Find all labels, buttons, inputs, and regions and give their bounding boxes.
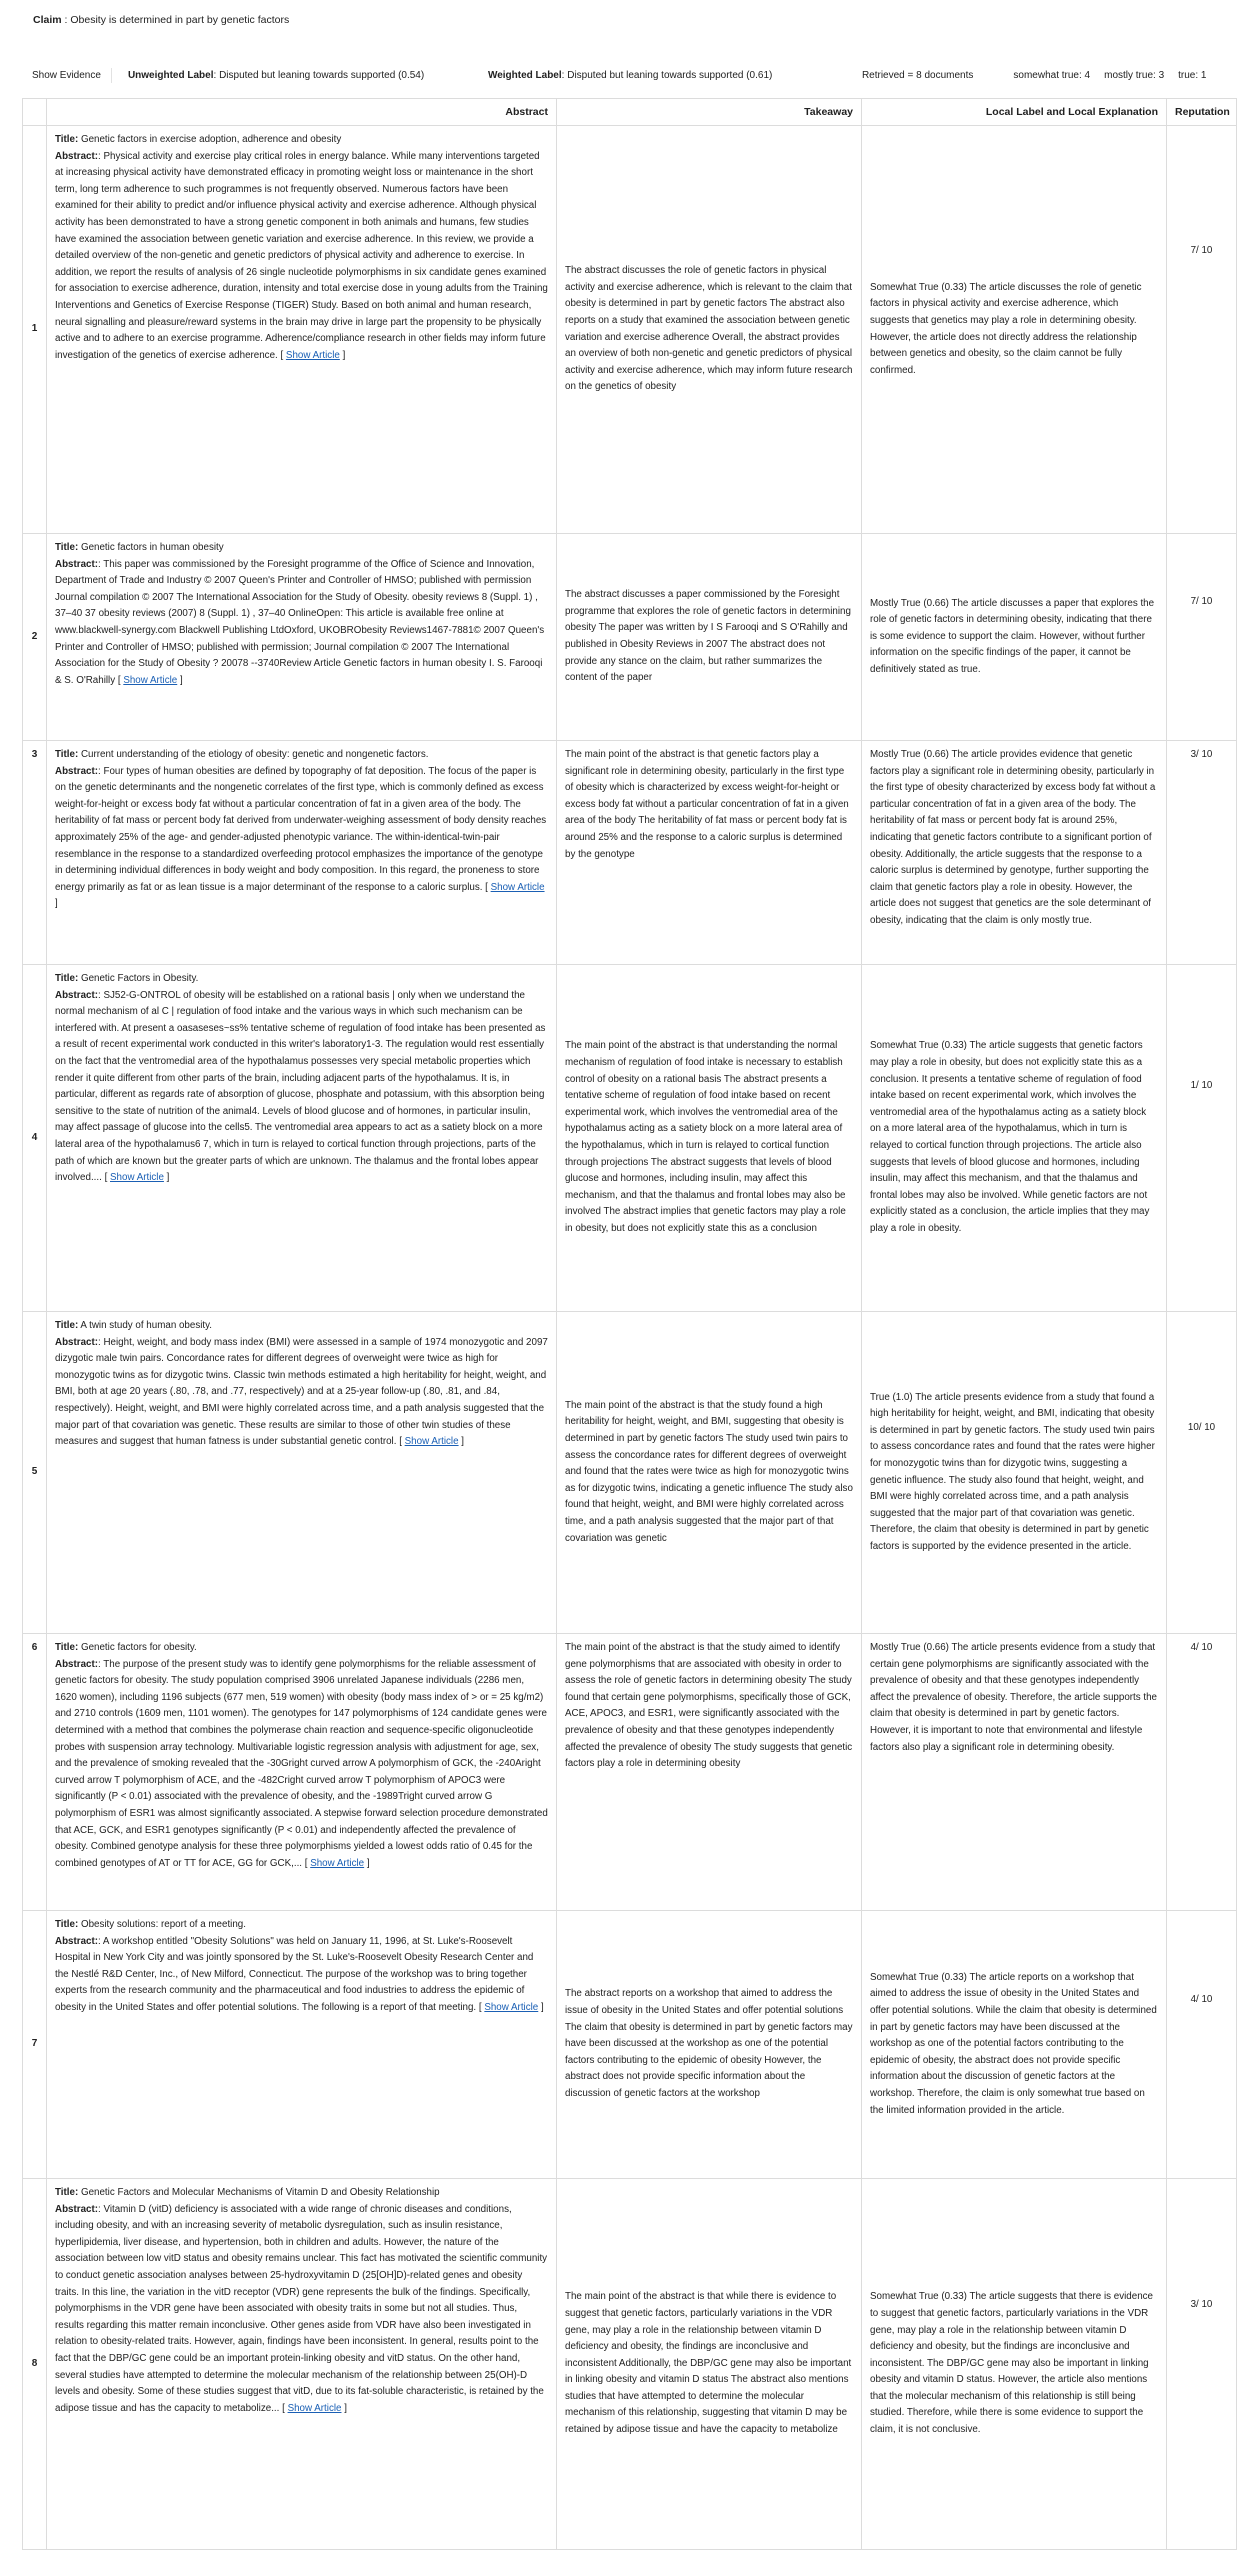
takeaway-cell: The main point of the abstract is that t… xyxy=(556,1633,862,1911)
claim-label: Claim xyxy=(33,14,62,26)
abstract-cell: Title: Current understanding of the etio… xyxy=(46,740,557,965)
show-evidence-button[interactable]: Show Evidence xyxy=(22,67,112,83)
reputation-cell: 10/ 10 xyxy=(1166,1311,1237,1634)
article-abstract: Four types of human obesities are define… xyxy=(55,765,547,893)
unweighted-label: Unweighted Label: Disputed but leaning t… xyxy=(127,69,425,81)
col-abstract: Abstract xyxy=(46,98,557,126)
article-title: Genetic factors for obesity. xyxy=(80,1642,197,1653)
reputation-cell: 7/ 10 xyxy=(1166,125,1237,534)
row-number: 4 xyxy=(22,964,47,1312)
reputation-cell: 7/ 10 xyxy=(1166,533,1237,741)
article-abstract: This paper was commissioned by the Fores… xyxy=(55,558,545,686)
evidence-table: Abstract Takeaway Local Label and Local … xyxy=(22,98,1237,2550)
show-article-link[interactable]: Show Article xyxy=(310,1858,364,1869)
table-header: Abstract Takeaway Local Label and Local … xyxy=(22,98,1237,126)
local-explanation-cell: Mostly True (0.66) The article provides … xyxy=(861,740,1167,965)
abstract-cell: Title: Genetic factors in exercise adopt… xyxy=(46,125,557,534)
show-article-link[interactable]: Show Article xyxy=(123,675,177,686)
article-title: Obesity solutions: report of a meeting. xyxy=(80,1919,246,1930)
row-number: 6 xyxy=(22,1633,47,1911)
article-title: Genetic Factors and Molecular Mechanisms… xyxy=(80,2187,440,2198)
table-row: 7 Title: Obesity solutions: report of a m… xyxy=(22,1910,1237,2179)
label-counts: somewhat true: 4 mostly true: 3 true: 1 xyxy=(1013,70,1206,81)
article-title: A twin study of human obesity. xyxy=(80,1320,213,1331)
table-row: 2 Title: Genetic factors in human obesity… xyxy=(22,533,1237,741)
local-explanation-cell: Mostly True (0.66) The article presents … xyxy=(861,1633,1167,1911)
show-article-link[interactable]: Show Article xyxy=(405,1436,459,1447)
summary-bar: Show Evidence Unweighted Label: Disputed… xyxy=(22,64,1237,86)
row-number: 1 xyxy=(22,125,47,534)
article-abstract: The purpose of the present study was to … xyxy=(55,1658,548,1869)
show-article-link[interactable]: Show Article xyxy=(286,350,340,361)
takeaway-cell: The abstract discusses the role of genet… xyxy=(556,125,862,534)
show-article-link[interactable]: Show Article xyxy=(110,1172,164,1183)
col-reputation: Reputation xyxy=(1166,98,1237,126)
table-row: 3 Title: Current understanding of the eti… xyxy=(22,740,1237,965)
row-number: 5 xyxy=(22,1311,47,1634)
abstract-cell: Title: Genetic factors in human obesity A… xyxy=(46,533,557,741)
true-count: true: 1 xyxy=(1178,69,1207,81)
article-abstract: SJ52-G-ONTROL of obesity will be establi… xyxy=(55,989,546,1184)
local-explanation-cell: Somewhat True (0.33) The article reports… xyxy=(861,1910,1167,2179)
article-abstract: Height, weight, and body mass index (BMI… xyxy=(55,1336,548,1448)
col-takeaway: Takeaway xyxy=(556,98,862,126)
local-explanation-cell: Mostly True (0.66) The article discusses… xyxy=(861,533,1167,741)
row-number: 7 xyxy=(22,1910,47,2179)
article-abstract: Physical activity and exercise play crit… xyxy=(55,150,548,361)
article-title: Current understanding of the etiology of… xyxy=(80,749,429,760)
weighted-label: Weighted Label: Disputed but leaning tow… xyxy=(487,69,773,81)
takeaway-cell: The main point of the abstract is that u… xyxy=(556,964,862,1312)
article-abstract: A workshop entitled "Obesity Solutions" … xyxy=(55,1935,534,2013)
local-explanation-cell: Somewhat True (0.33) The article discuss… xyxy=(861,125,1167,534)
retrieved-count: Retrieved = 8 documents xyxy=(861,69,974,81)
article-title: Genetic factors in exercise adoption, ad… xyxy=(80,134,342,145)
row-number: 2 xyxy=(22,533,47,741)
reputation-cell: 3/ 10 xyxy=(1166,2178,1237,2550)
table-row: 4 Title: Genetic Factors in Obesity. Abstr… xyxy=(22,964,1237,1312)
takeaway-cell: The main point of the abstract is that g… xyxy=(556,740,862,965)
takeaway-cell: The main point of the abstract is that w… xyxy=(556,2178,862,2550)
table-row: 8 Title: Genetic Factors and Molecular Me… xyxy=(22,2178,1237,2550)
claim: Claim : Obesity is determined in part by… xyxy=(33,14,290,26)
show-article-link[interactable]: Show Article xyxy=(491,882,545,893)
claim-text: Obesity is determined in part by genetic… xyxy=(70,14,290,26)
article-abstract: Vitamin D (vitD) deficiency is associate… xyxy=(55,2203,548,2414)
table-row: 6 Title: Genetic factors for obesity. Abst… xyxy=(22,1633,1237,1911)
takeaway-cell: The abstract reports on a workshop that … xyxy=(556,1910,862,2179)
local-explanation-cell: True (1.0) The article presents evidence… xyxy=(861,1311,1167,1634)
abstract-cell: Title: Obesity solutions: report of a me… xyxy=(46,1910,557,2179)
show-article-link[interactable]: Show Article xyxy=(484,2002,538,2013)
table-row: 1 Title: Genetic factors in exercise adop… xyxy=(22,125,1237,534)
row-number: 8 xyxy=(22,2178,47,2550)
mostly-true-count: mostly true: 3 xyxy=(1104,69,1165,81)
somewhat-true-count: somewhat true: 4 xyxy=(1013,69,1091,81)
local-explanation-cell: Somewhat True (0.33) The article suggest… xyxy=(861,964,1167,1312)
abstract-cell: Title: Genetic factors for obesity. Abstr… xyxy=(46,1633,557,1911)
row-number: 3 xyxy=(22,740,47,965)
col-local-label: Local Label and Local Explanation xyxy=(861,98,1167,126)
abstract-cell: Title: A twin study of human obesity. Abs… xyxy=(46,1311,557,1634)
abstract-cell: Title: Genetic Factors in Obesity. Abstra… xyxy=(46,964,557,1312)
reputation-cell: 4/ 10 xyxy=(1166,1633,1237,1911)
takeaway-cell: The abstract discusses a paper commissio… xyxy=(556,533,862,741)
takeaway-cell: The main point of the abstract is that t… xyxy=(556,1311,862,1634)
article-title: Genetic Factors in Obesity. xyxy=(80,973,199,984)
show-article-link[interactable]: Show Article xyxy=(288,2403,342,2414)
reputation-cell: 1/ 10 xyxy=(1166,964,1237,1312)
abstract-cell: Title: Genetic Factors and Molecular Mec… xyxy=(46,2178,557,2550)
reputation-cell: 4/ 10 xyxy=(1166,1910,1237,2179)
reputation-cell: 3/ 10 xyxy=(1166,740,1237,965)
local-explanation-cell: Somewhat True (0.33) The article suggest… xyxy=(861,2178,1167,2550)
table-row: 5 Title: A twin study of human obesity. Ab… xyxy=(22,1311,1237,1634)
article-title: Genetic factors in human obesity xyxy=(80,542,224,553)
